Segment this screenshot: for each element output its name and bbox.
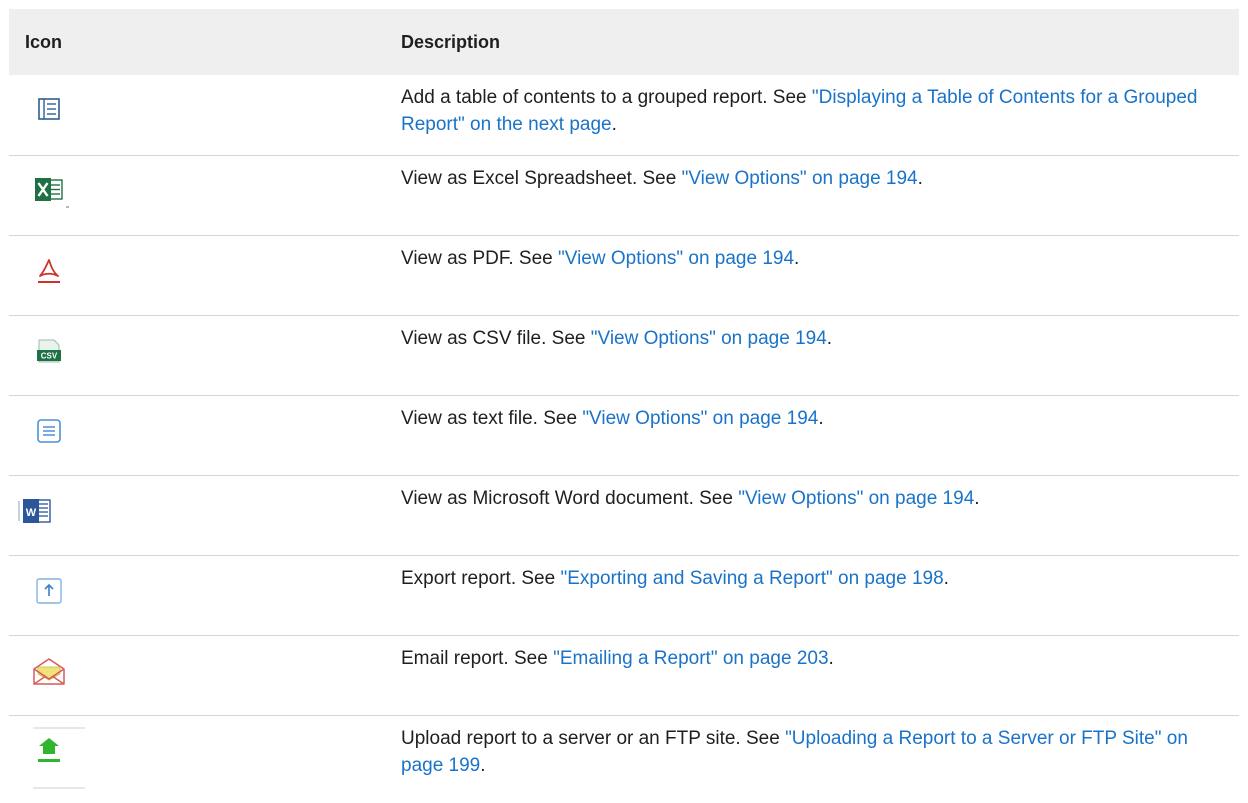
- description-end: .: [826, 327, 833, 349]
- cross-reference-link[interactable]: "Exporting and Saving a Report" on page …: [560, 568, 943, 589]
- description-end: .: [828, 647, 834, 669]
- table-of-contents-icon: [29, 91, 69, 131]
- description-cell: Email report. See "Emailing a Report" on…: [395, 635, 1239, 715]
- text-file-icon: [29, 412, 69, 452]
- icon-cell: [9, 715, 395, 803]
- description-end: .: [974, 487, 980, 509]
- description-text: View as PDF. See: [401, 247, 559, 269]
- description-cell: View as PDF. See "View Options" on page …: [395, 235, 1239, 315]
- table-row: W View as Microsoft Word document. See "…: [9, 475, 1239, 555]
- icon-cell: W: [9, 475, 395, 555]
- description-text: View as text file. See: [401, 407, 583, 429]
- excel-icon: [29, 172, 69, 212]
- description-end: .: [480, 754, 486, 776]
- cross-reference-link[interactable]: "Emailing a Report" on page 203: [553, 648, 828, 669]
- table-row: View as PDF. See "View Options" on page …: [9, 235, 1239, 315]
- description-end: .: [943, 567, 949, 589]
- description-cell: View as Excel Spreadsheet. See "View Opt…: [395, 155, 1239, 235]
- pdf-icon: [29, 252, 69, 292]
- table-header-row: Icon Description: [9, 9, 1239, 75]
- description-text: Email report. See: [401, 647, 554, 669]
- description-text: Export report. See: [401, 567, 561, 589]
- export-icon: [29, 572, 69, 612]
- description-text: View as Microsoft Word document. See: [401, 487, 739, 509]
- cross-reference-link[interactable]: "View Options" on page 194: [682, 168, 918, 189]
- column-header-icon: Icon: [25, 31, 63, 52]
- icon-cell: [9, 395, 395, 475]
- icon-cell: CSV: [9, 315, 395, 395]
- description-end: .: [794, 247, 800, 269]
- description-cell: View as text file. See "View Options" on…: [395, 395, 1239, 475]
- icon-cell: [9, 75, 395, 155]
- cross-reference-link[interactable]: "View Options" on page 194: [558, 248, 794, 269]
- table-row: View as text file. See "View Options" on…: [9, 395, 1239, 475]
- table-row: Email report. See "Emailing a Report" on…: [9, 635, 1239, 715]
- cross-reference-link[interactable]: "View Options" on page 194: [738, 488, 974, 509]
- description-text: View as CSV file. See: [401, 327, 591, 349]
- cross-reference-link[interactable]: "View Options" on page 194: [582, 408, 818, 429]
- table-row: Upload report to a server or an FTP site…: [9, 715, 1239, 803]
- description-cell: Upload report to a server or an FTP site…: [395, 715, 1239, 803]
- svg-text:CSV: CSV: [41, 351, 58, 360]
- column-header-description: Description: [401, 31, 501, 52]
- upload-icon: [29, 726, 85, 788]
- icon-cell: [9, 155, 395, 235]
- icon-cell: [9, 635, 395, 715]
- description-text: Add a table of contents to a grouped rep…: [401, 87, 812, 108]
- description-end: .: [818, 407, 824, 429]
- description-cell: View as CSV file. See "View Options" on …: [395, 315, 1239, 395]
- csv-icon: CSV: [29, 332, 69, 372]
- description-cell: Add a table of contents to a grouped rep…: [395, 75, 1239, 155]
- table-row: Export report. See "Exporting and Saving…: [9, 555, 1239, 635]
- word-icon: W: [17, 492, 57, 532]
- icon-description-table: Icon Description Add a table of contents…: [9, 9, 1239, 803]
- description-cell: Export report. See "Exporting and Saving…: [395, 555, 1239, 635]
- table-row: Add a table of contents to a grouped rep…: [9, 75, 1239, 155]
- description-text: View as Excel Spreadsheet. See: [401, 167, 682, 189]
- icon-cell: [9, 555, 395, 635]
- description-cell: View as Microsoft Word document. See "Vi…: [395, 475, 1239, 555]
- icon-cell: [9, 235, 395, 315]
- description-end: .: [917, 167, 923, 189]
- description-text: Upload report to a server or an FTP site…: [401, 727, 786, 749]
- table-row: View as Excel Spreadsheet. See "View Opt…: [9, 155, 1239, 235]
- description-end: .: [611, 114, 617, 135]
- email-icon: [29, 652, 69, 692]
- svg-text:W: W: [26, 507, 37, 519]
- cross-reference-link[interactable]: "View Options" on page 194: [591, 328, 827, 349]
- table-row: CSV View as CSV file. See "View Options"…: [9, 315, 1239, 395]
